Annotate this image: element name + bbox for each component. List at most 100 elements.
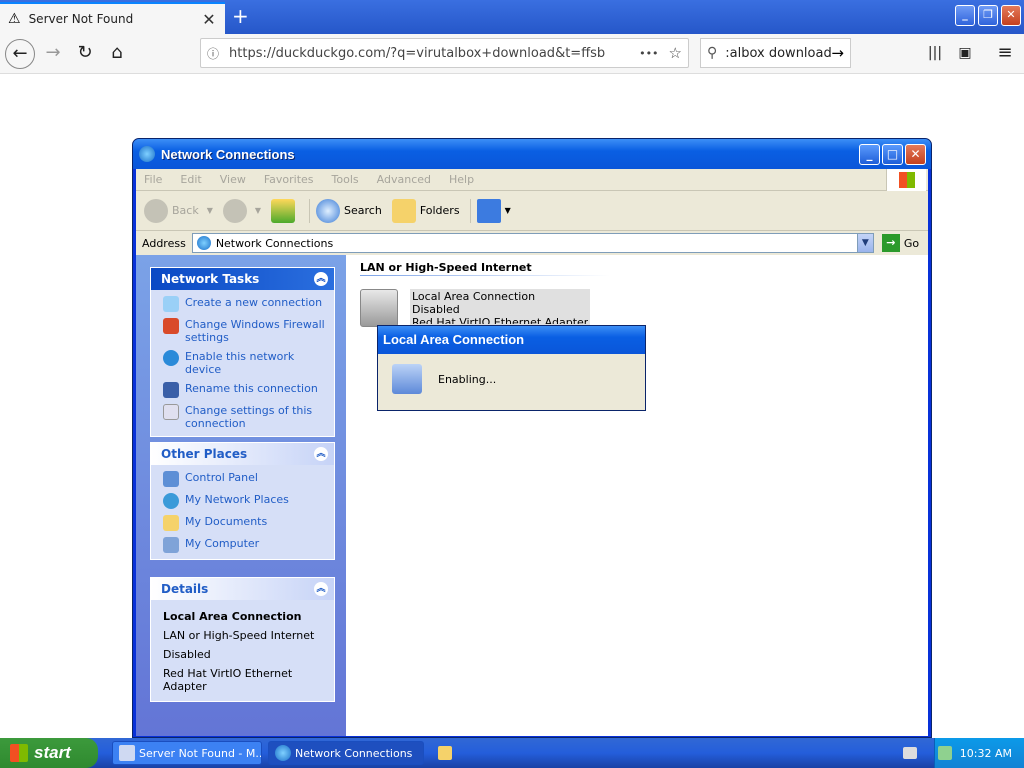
url-text[interactable]: https://duckduckgo.com/?q=virutalbox+dow… xyxy=(229,46,639,61)
keyboard-icon[interactable] xyxy=(903,747,917,759)
network-tasks-title: Network Tasks xyxy=(161,272,260,286)
new-tab-button[interactable]: + xyxy=(232,4,249,28)
collapse-chevron-icon[interactable]: ︽ xyxy=(314,582,328,596)
search-button[interactable]: Search xyxy=(309,198,382,223)
search-bar[interactable]: ⚲ :albox download → xyxy=(700,38,851,68)
address-field[interactable]: Network Connections ▼ xyxy=(191,233,874,253)
library-icon[interactable]: ||| xyxy=(920,39,950,69)
menu-tools[interactable]: Tools xyxy=(332,173,359,186)
back-icon xyxy=(144,198,168,223)
connection-name: Local Area Connection xyxy=(412,290,536,303)
network-tasks-header[interactable]: Network Tasks ︽ xyxy=(151,268,334,290)
rename-icon xyxy=(163,382,179,398)
detail-status: Disabled xyxy=(163,648,211,661)
warning-icon: ⚠ xyxy=(8,11,21,27)
taskbar-firefox-button[interactable]: Server Not Found - M... xyxy=(112,741,262,765)
task-change-firewall[interactable]: Change Windows Firewall settings xyxy=(163,318,326,344)
window-close-button[interactable]: ✕ xyxy=(905,144,926,165)
place-control-panel[interactable]: Control Panel xyxy=(163,471,326,487)
address-bar: Address Network Connections ▼ → Go xyxy=(136,231,928,255)
collapse-chevron-icon[interactable]: ︽ xyxy=(314,447,328,461)
back-label: Back xyxy=(172,204,199,217)
windows-logo xyxy=(886,169,926,191)
network-connections-window: Network Connections _ □ ✕ File Edit View… xyxy=(132,138,932,738)
taskbar-button-label: Network Connections xyxy=(295,746,413,760)
other-places-title: Other Places xyxy=(161,447,248,461)
page-actions-icon[interactable]: ••• xyxy=(639,47,658,60)
detail-name: Local Area Connection xyxy=(163,610,302,623)
views-button[interactable]: ▼ xyxy=(469,198,511,223)
detail-adapter: Red Hat VirtIO Ethernet Adapter xyxy=(163,667,293,693)
address-label: Address xyxy=(142,236,186,250)
taskbar-network-connections-button[interactable]: Network Connections xyxy=(268,741,424,765)
search-text[interactable]: :albox download xyxy=(725,46,831,61)
folders-button[interactable]: Folders xyxy=(391,198,460,223)
other-places-panel: Other Places ︽ Control Panel My Network … xyxy=(150,442,335,560)
taskbar: start Server Not Found - M... Network Co… xyxy=(0,738,1024,768)
close-button[interactable]: ✕ xyxy=(1001,5,1021,26)
forward-icon xyxy=(222,198,247,223)
go-button[interactable]: → Go xyxy=(881,234,920,252)
address-value: Network Connections xyxy=(215,236,334,250)
url-bar[interactable]: ⓘ https://duckduckgo.com/?q=virutalbox+d… xyxy=(200,38,689,68)
go-label: Go xyxy=(903,236,920,250)
task-create-connection[interactable]: Create a new connection xyxy=(163,296,326,312)
details-header[interactable]: Details ︽ xyxy=(151,578,334,600)
start-button[interactable]: start xyxy=(0,738,98,768)
network-icon xyxy=(196,236,211,250)
menu-icon[interactable]: ≡ xyxy=(990,39,1020,69)
bookmark-star-icon[interactable]: ☆ xyxy=(669,44,682,62)
menu-favorites[interactable]: Favorites xyxy=(264,173,314,186)
up-folder-button[interactable] xyxy=(271,198,299,223)
folders-label: Folders xyxy=(419,204,460,217)
place-my-computer[interactable]: My Computer xyxy=(163,537,326,553)
task-change-settings[interactable]: Change settings of this connection xyxy=(163,404,326,430)
forward-button[interactable]: ▼ xyxy=(222,198,261,223)
sidebar-icon[interactable]: ▣ xyxy=(950,39,980,69)
window-minimize-button[interactable]: _ xyxy=(859,144,880,165)
menu-advanced[interactable]: Advanced xyxy=(377,173,431,186)
new-connection-icon xyxy=(163,296,179,312)
menu-edit[interactable]: Edit xyxy=(180,173,201,186)
taskbar-button-label: Server Not Found - M... xyxy=(139,746,262,760)
place-label: My Network Places xyxy=(185,493,289,506)
place-my-documents[interactable]: My Documents xyxy=(163,515,326,531)
taskbar-app-icon[interactable] xyxy=(438,746,452,760)
task-enable-device[interactable]: Enable this network device xyxy=(163,350,326,376)
connection-item[interactable]: Local Area Connection Disabled Red Hat V… xyxy=(360,289,591,327)
forward-arrow-icon[interactable]: → xyxy=(38,39,68,69)
task-rename-connection[interactable]: Rename this connection xyxy=(163,382,326,398)
menu-file[interactable]: File xyxy=(144,173,162,186)
browser-tab[interactable]: ⚠ Server Not Found ✕ xyxy=(0,2,225,34)
close-tab-icon[interactable]: ✕ xyxy=(201,10,217,29)
group-header: LAN or High-Speed Internet xyxy=(360,261,532,274)
window-title: Network Connections xyxy=(161,146,295,162)
menu-help[interactable]: Help xyxy=(449,173,474,186)
home-icon[interactable]: ⌂ xyxy=(102,39,132,69)
folder-icon xyxy=(391,198,416,223)
network-tray-icon[interactable] xyxy=(937,746,952,760)
address-dropdown-icon[interactable]: ▼ xyxy=(856,234,873,252)
window-maximize-button[interactable]: □ xyxy=(882,144,903,165)
back-arrow-icon[interactable]: ← xyxy=(5,39,35,69)
task-label: Enable this network device xyxy=(185,350,295,376)
place-my-network-places[interactable]: My Network Places xyxy=(163,493,326,509)
other-places-header[interactable]: Other Places ︽ xyxy=(151,443,334,465)
go-arrow-icon: → xyxy=(881,234,900,252)
search-go-icon[interactable]: → xyxy=(831,44,844,62)
network-icon xyxy=(139,146,155,162)
minimize-button[interactable]: _ xyxy=(955,5,975,26)
place-label: My Documents xyxy=(185,515,268,528)
info-icon[interactable]: ⓘ xyxy=(207,45,219,62)
back-button[interactable]: Back ▼ xyxy=(144,198,213,223)
task-pane: Network Tasks ︽ Create a new connection … xyxy=(136,255,346,736)
menu-view[interactable]: View xyxy=(220,173,246,186)
restore-button[interactable]: ❐ xyxy=(978,5,998,26)
details-panel: Details ︽ Local Area Connection LAN or H… xyxy=(150,577,335,702)
group-divider xyxy=(360,275,610,276)
enabling-dialog: Local Area Connection Enabling... xyxy=(377,325,646,411)
collapse-chevron-icon[interactable]: ︽ xyxy=(314,272,328,286)
toolbar: Back ▼ ▼ Search Folders ▼ xyxy=(136,191,928,231)
reload-icon[interactable]: ↻ xyxy=(70,39,100,69)
control-panel-icon xyxy=(163,471,179,487)
